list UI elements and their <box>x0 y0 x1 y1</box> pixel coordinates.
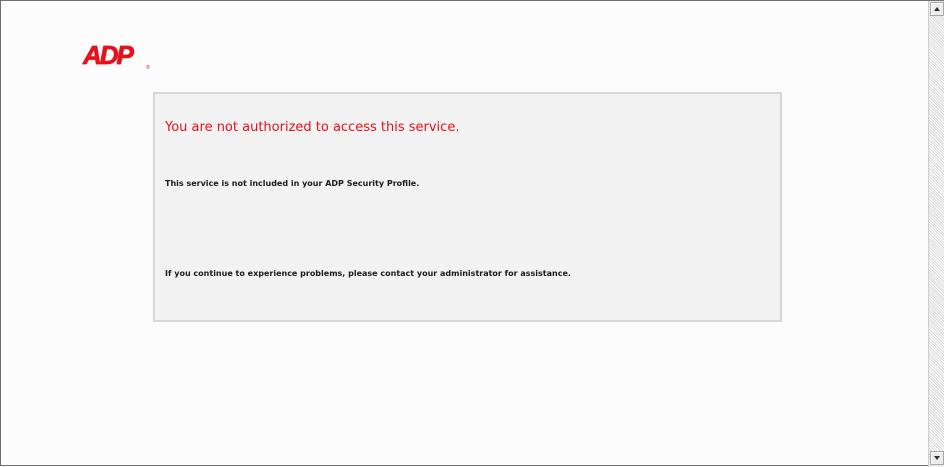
arrow-up-icon <box>934 7 940 11</box>
page-viewport: ADP ® You are not authorized to access t… <box>1 1 928 465</box>
scroll-down-button[interactable] <box>930 451 944 465</box>
arrow-down-icon <box>934 456 940 460</box>
scroll-up-button[interactable] <box>930 2 944 16</box>
svg-text:®: ® <box>146 64 150 70</box>
vertical-scrollbar[interactable] <box>928 1 944 467</box>
error-title: You are not authorized to access this se… <box>165 120 460 135</box>
svg-text:ADP: ADP <box>82 40 135 70</box>
error-panel: You are not authorized to access this se… <box>153 92 782 322</box>
help-message: If you continue to experience problems, … <box>165 269 571 278</box>
adp-logo: ADP ® <box>82 40 150 70</box>
browser-window: ADP ® You are not authorized to access t… <box>0 0 944 467</box>
error-detail: This service is not included in your ADP… <box>165 179 420 188</box>
